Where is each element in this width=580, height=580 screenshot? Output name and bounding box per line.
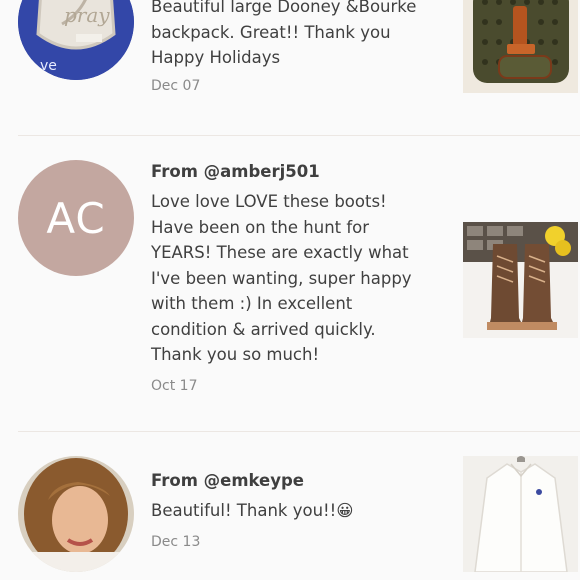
avatar-photo-badge: pray ve <box>18 0 134 80</box>
product-thumbnail[interactable] <box>463 456 578 572</box>
boots-image <box>463 222 578 338</box>
review-date: Dec 07 <box>151 77 201 94</box>
reviewer-avatar[interactable]: pray ve <box>18 0 134 80</box>
review-item: From @emkeype Beautiful! Thank you!!😀 De… <box>0 432 580 580</box>
review-item: pray ve Beautiful large Dooney &Bourke b… <box>0 0 580 136</box>
reviewer-avatar[interactable]: AC <box>18 160 134 276</box>
review-text: Love love LOVE these boots! Have been on… <box>151 192 412 364</box>
reviewer-username[interactable]: From @emkeype <box>151 468 443 494</box>
review-item: AC From @amberj501 Love love LOVE these … <box>0 136 580 432</box>
svg-text:pray: pray <box>64 3 110 27</box>
avatar-initials: AC <box>46 193 106 243</box>
reviewer-avatar[interactable] <box>18 456 134 572</box>
product-thumbnail[interactable] <box>463 222 578 338</box>
backpack-image <box>463 0 578 93</box>
review-date: Dec 13 <box>151 533 201 550</box>
review-text: Beautiful! Thank you!!😀 <box>151 501 354 520</box>
reviewer-username[interactable]: From @amberj501 <box>151 159 443 185</box>
review-text: Beautiful large Dooney &Bourke backpack.… <box>151 0 417 67</box>
avatar-photo-person <box>18 456 134 572</box>
review-date: Oct 17 <box>151 377 198 394</box>
white-shirt-image <box>463 456 578 572</box>
svg-text:ve: ve <box>40 58 57 74</box>
product-thumbnail[interactable] <box>463 0 578 93</box>
